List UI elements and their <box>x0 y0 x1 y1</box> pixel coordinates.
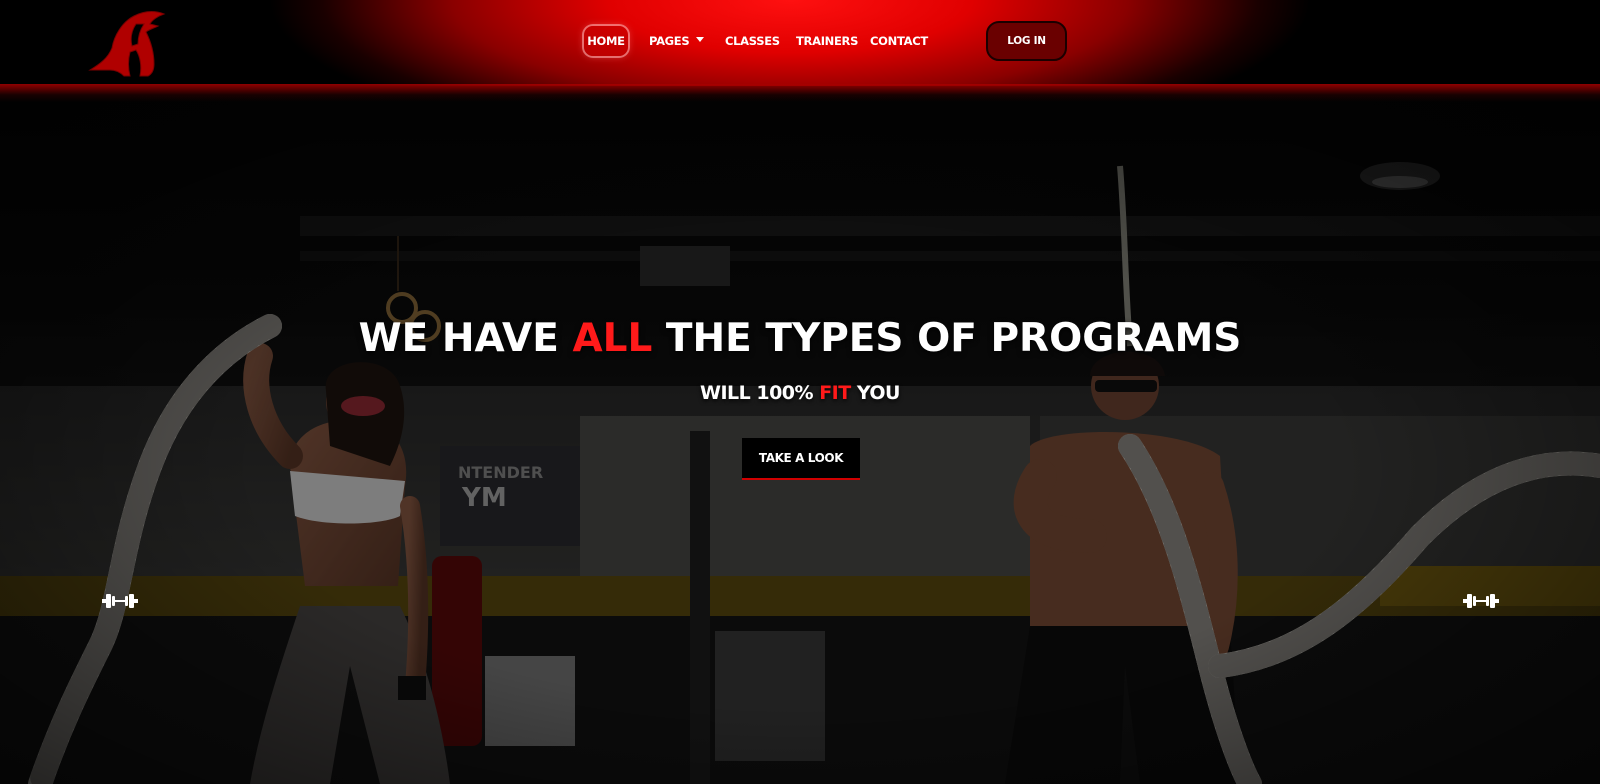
take-a-look-button[interactable]: TAKE A LOOK <box>742 438 860 480</box>
dumbbell-icon[interactable] <box>102 591 138 611</box>
nav-item-classes[interactable]: CLASSES <box>725 26 780 56</box>
nav-item-trainers[interactable]: TRAINERS <box>796 26 858 56</box>
hero-title-before: WE HAVE <box>358 316 573 361</box>
main-nav: HOME PAGES CLASSES TRAINERS CONTACT <box>0 0 1600 84</box>
login-button[interactable]: LOG IN <box>986 21 1067 61</box>
nav-item-pages-label: PAGES <box>649 34 690 48</box>
hero-section: NTENDER YM <box>0 86 1600 784</box>
nav-item-pages[interactable]: PAGES <box>649 26 705 56</box>
nav-item-home[interactable]: HOME <box>584 26 628 56</box>
hero-title-after: THE TYPES OF PROGRAMS <box>652 316 1242 361</box>
hero-subtitle-after: YOU <box>850 382 901 404</box>
hero-subtitle: WILL 100% FIT YOU <box>0 382 1600 404</box>
chevron-down-icon <box>696 37 705 42</box>
site-header: HOME PAGES CLASSES TRAINERS CONTACT LOG … <box>0 0 1600 102</box>
nav-item-contact[interactable]: CONTACT <box>870 26 928 56</box>
hero-background-image: NTENDER YM <box>0 86 1600 784</box>
dumbbell-icon[interactable] <box>1463 591 1499 611</box>
hero-title-accent: ALL <box>572 316 653 361</box>
hero-subtitle-before: WILL 100% <box>700 382 820 404</box>
hero-title: WE HAVE ALL THE TYPES OF PROGRAMS <box>0 316 1600 361</box>
hero-subtitle-accent: FIT <box>819 382 851 404</box>
